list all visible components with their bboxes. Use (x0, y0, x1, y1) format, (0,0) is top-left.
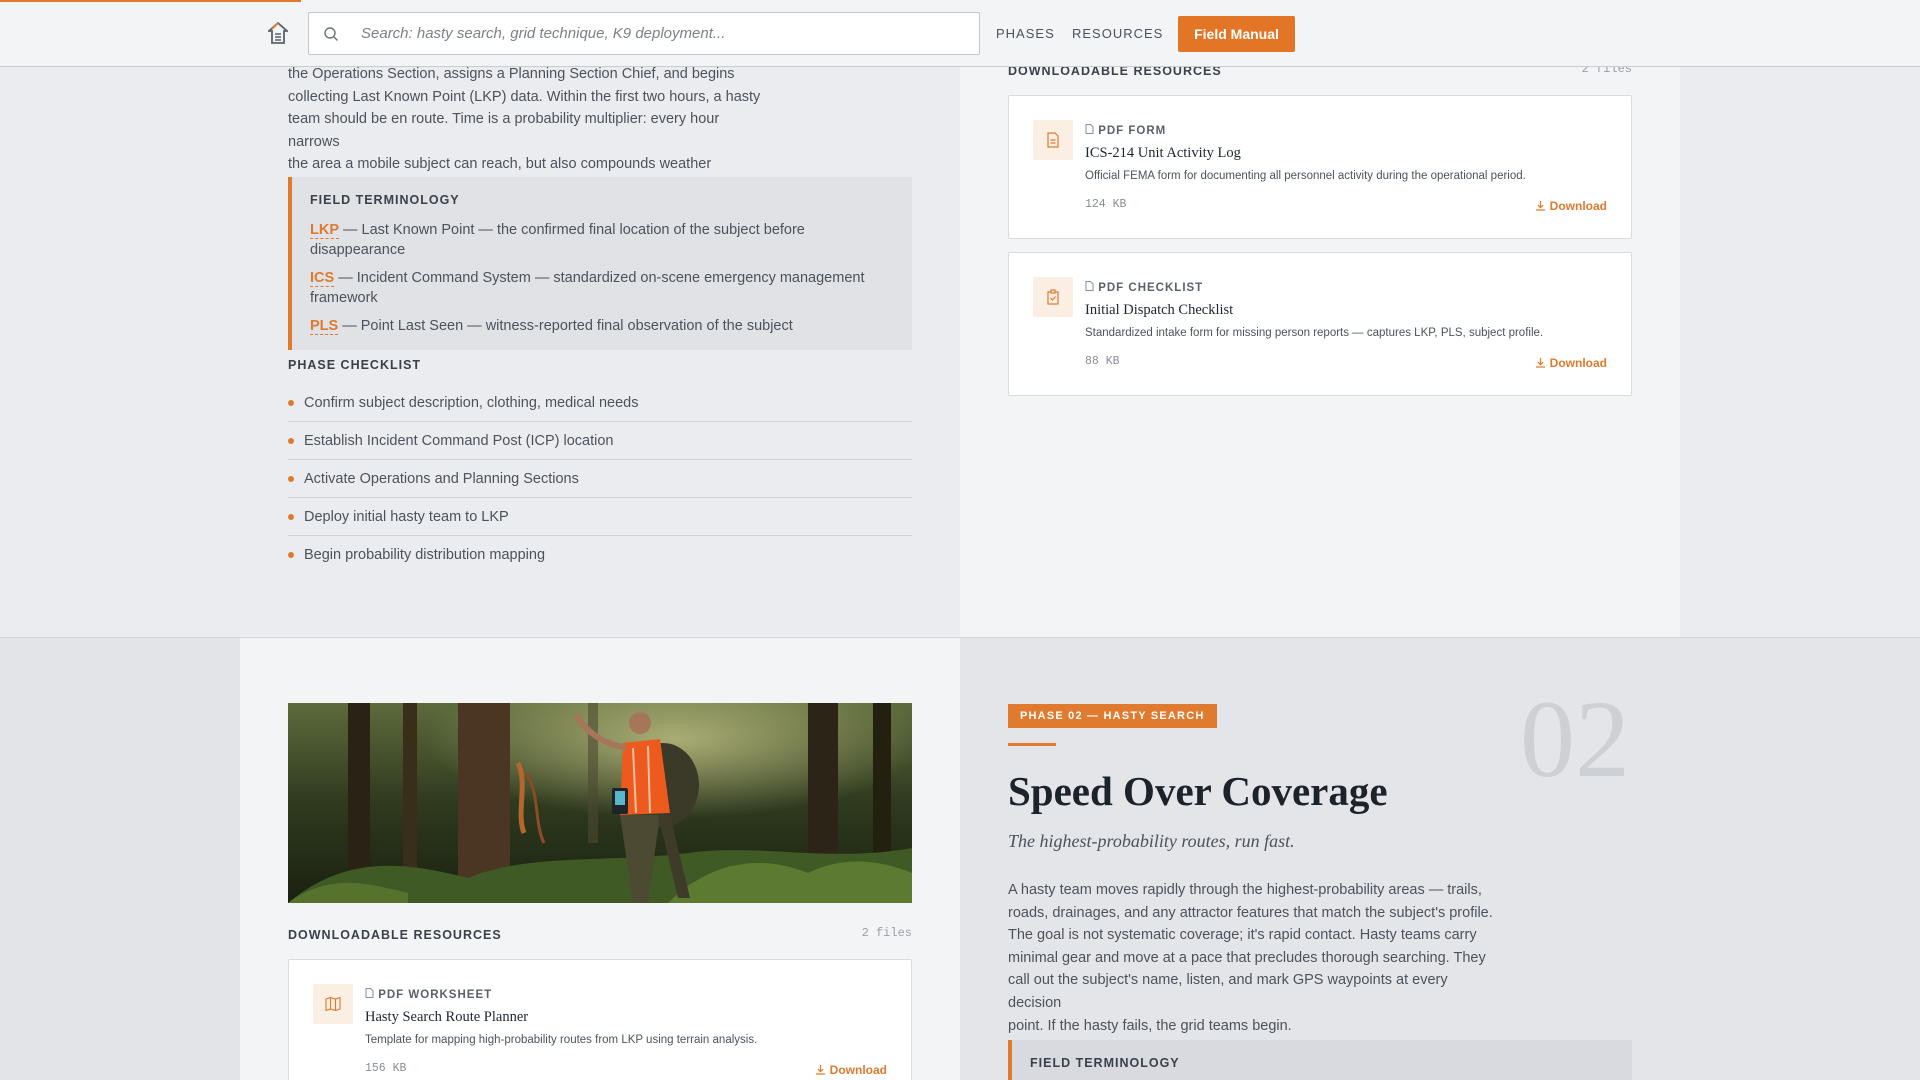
resource-type-label: PDF WORKSHEET (378, 989, 493, 1001)
field-terminology-box: FIELD TERMINOLOGY LKP — Last Known Point… (288, 177, 912, 350)
nav-phases-link[interactable]: PHASES (996, 26, 1055, 41)
download-icon (1535, 201, 1545, 211)
phase-badge: PHASE 02 — HASTY SEARCH (1008, 704, 1217, 728)
resource-card[interactable]: PDF WORKSHEET Hasty Search Route Planner… (288, 959, 912, 1080)
accent-rule (1008, 743, 1056, 746)
term-pls: PLS — Point Last Seen — witness-reported… (310, 316, 892, 336)
resource-size: 88 KB (1085, 355, 1120, 368)
resource-description: Official FEMA form for documenting all p… (1085, 170, 1526, 182)
checklist-item[interactable]: Confirm subject description, clothing, m… (288, 384, 912, 422)
phase-checklist: Confirm subject description, clothing, m… (288, 384, 912, 574)
resource-size: 156 KB (365, 1062, 407, 1075)
terminology-title: FIELD TERMINOLOGY (1030, 1056, 1180, 1070)
resource-type-label: PDF CHECKLIST (1098, 282, 1204, 294)
phase-number: 02 (1520, 678, 1630, 800)
file-icon (1085, 124, 1094, 134)
term-definition: — Incident Command System — standardized… (310, 270, 865, 306)
clipboard-icon (1033, 277, 1073, 317)
search-input[interactable] (361, 13, 961, 54)
forest-searcher-photo (288, 703, 912, 903)
phase-body: A hasty team moves rapidly through the h… (1008, 879, 1494, 1037)
reading-progress-bar (0, 0, 302, 2)
download-icon (815, 1065, 825, 1075)
download-icon (1535, 358, 1545, 368)
download-label: Download (1549, 199, 1607, 213)
body-line: call out the subject's name, listen, and… (1008, 972, 1448, 1011)
resource-card[interactable]: PDF FORM ICS-214 Unit Activity Log Offic… (1008, 95, 1632, 239)
page-margin (0, 638, 240, 1080)
phase-checklist-title: PHASE CHECKLIST (288, 358, 422, 372)
resource-title: Initial Dispatch Checklist (1085, 302, 1234, 318)
download-link[interactable]: Download (1535, 356, 1607, 370)
resources-count: 2 files (861, 926, 912, 940)
intro-line: collecting Last Known Point (LKP) data. … (288, 88, 761, 105)
top-bar: PHASES RESOURCES Field Manual (0, 0, 1920, 67)
resource-type: PDF WORKSHEET (365, 988, 492, 1001)
term-lkp: LKP — Last Known Point — the confirmed f… (310, 220, 892, 260)
term-definition: — Last Known Point — the confirmed final… (310, 222, 805, 258)
field-terminology-box: FIELD TERMINOLOGY (1008, 1040, 1632, 1080)
phase-title: Speed Over Coverage (1008, 768, 1388, 814)
resource-title: Hasty Search Route Planner (365, 1009, 529, 1025)
body-line: minimal gear and move at a pace that pre… (1008, 949, 1486, 966)
term-abbr[interactable]: ICS (310, 270, 335, 287)
resource-type-label: PDF FORM (1098, 125, 1167, 137)
resource-type: PDF FORM (1085, 124, 1166, 137)
body-line: point. If the hasty fails, the grid team… (1008, 1017, 1292, 1034)
map-icon (313, 984, 353, 1024)
download-link[interactable]: Download (1535, 199, 1607, 213)
checklist-item[interactable]: Activate Operations and Planning Section… (288, 460, 912, 498)
terminology-title: FIELD TERMINOLOGY (310, 193, 460, 207)
download-label: Download (1549, 356, 1607, 370)
checklist-item[interactable]: Establish Incident Command Post (ICP) lo… (288, 422, 912, 460)
search-box[interactable] (308, 12, 980, 55)
resource-card[interactable]: PDF CHECKLIST Initial Dispatch Checklist… (1008, 252, 1632, 396)
term-abbr[interactable]: PLS (310, 318, 339, 335)
resource-size: 124 KB (1085, 198, 1127, 211)
resource-description: Standardized intake form for missing per… (1085, 327, 1544, 339)
resource-type: PDF CHECKLIST (1085, 281, 1203, 294)
term-ics: ICS — Incident Command System — standard… (310, 268, 892, 308)
field-manual-button[interactable]: Field Manual (1178, 16, 1295, 52)
resources-title: DOWNLOADABLE RESOURCES (288, 928, 502, 942)
body-line: The goal is not systematic coverage; it'… (1008, 927, 1477, 944)
document-icon (1033, 120, 1073, 160)
body-line: A hasty team moves rapidly through the h… (1008, 882, 1482, 898)
page-margin (1680, 67, 1920, 638)
checklist-item[interactable]: Begin probability distribution mapping (288, 536, 912, 574)
download-label: Download (829, 1063, 887, 1077)
download-link[interactable]: Download (815, 1063, 887, 1077)
phase-subtitle: The highest-probability routes, run fast… (1008, 831, 1295, 851)
body-line: roads, drainages, and any attractor feat… (1008, 904, 1493, 921)
nav-resources-link[interactable]: RESOURCES (1072, 26, 1163, 41)
resource-title: ICS-214 Unit Activity Log (1085, 145, 1241, 161)
term-abbr[interactable]: LKP (310, 222, 339, 239)
file-icon (1085, 281, 1094, 291)
term-definition: — Point Last Seen — witness-reported fin… (338, 318, 793, 334)
resource-description: Template for mapping high-probability ro… (365, 1034, 758, 1046)
file-icon (365, 988, 374, 998)
intro-line: team should be en route. Time is a proba… (288, 111, 720, 150)
search-icon (324, 27, 338, 41)
checklist-item[interactable]: Deploy initial hasty team to LKP (288, 498, 912, 536)
cabin-logo-icon[interactable] (268, 22, 288, 44)
